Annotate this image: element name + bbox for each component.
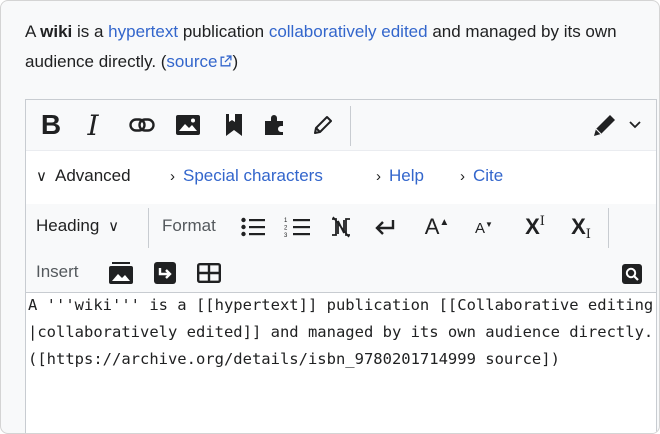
link-icon xyxy=(129,118,155,132)
subscript-label: X xyxy=(571,214,586,239)
toolbar-divider xyxy=(608,208,609,248)
small-text-label: A xyxy=(475,219,486,237)
caret-down-icon: ▼ xyxy=(485,219,493,229)
image-icon xyxy=(176,115,200,135)
numbered-list-button[interactable]: 1 23 xyxy=(282,212,312,242)
reference-button[interactable] xyxy=(220,109,248,141)
subscript-button[interactable]: XI xyxy=(564,212,598,242)
numbered-list-icon: 1 23 xyxy=(284,218,310,238)
superscript-button[interactable]: XI xyxy=(518,212,552,242)
link-source-label: source xyxy=(166,52,218,71)
toolbar-divider xyxy=(350,106,351,146)
toolbar-divider xyxy=(148,208,149,248)
search-replace-button[interactable] xyxy=(618,260,646,288)
nowiki-button[interactable] xyxy=(326,212,356,242)
heading-dropdown[interactable]: Heading ∨ xyxy=(36,216,119,236)
chevron-down-icon: ∨ xyxy=(108,218,120,235)
intro-text: publication xyxy=(178,22,269,41)
small-text-button[interactable]: A ▼ xyxy=(470,214,498,242)
intro-bold-term: wiki xyxy=(40,22,73,41)
chevron-down-icon xyxy=(629,121,641,129)
caret-up-icon: ▲ xyxy=(439,216,450,228)
pencil-icon xyxy=(594,115,615,136)
intro-paragraph: A wiki is a hypertext publication collab… xyxy=(25,17,655,77)
table-icon xyxy=(197,263,221,283)
big-text-button[interactable]: A ▲ xyxy=(422,212,452,242)
external-link-icon xyxy=(220,55,233,67)
gallery-icon xyxy=(109,262,133,284)
bold-button[interactable]: B xyxy=(34,108,68,142)
italic-button[interactable]: I xyxy=(78,108,108,142)
insert-gallery-button[interactable] xyxy=(106,258,136,288)
image-button[interactable] xyxy=(172,110,204,140)
bullet-list-button[interactable] xyxy=(238,212,268,242)
bullet-list-icon xyxy=(241,217,265,237)
link-source[interactable]: source xyxy=(166,52,233,71)
svg-text:3: 3 xyxy=(284,233,288,238)
pencil-outline-icon xyxy=(314,116,332,134)
wikitext-textarea[interactable]: A '''wiki''' is a [[hypertext]] publicat… xyxy=(26,292,656,373)
superscript-label: X xyxy=(525,214,540,239)
bookmark-icon xyxy=(226,114,242,136)
editor-frame: A wiki is a hypertext publication collab… xyxy=(0,0,660,434)
newline-icon xyxy=(375,220,395,235)
big-text-label: A xyxy=(424,214,440,239)
nowiki-icon xyxy=(332,216,350,238)
insert-table-button[interactable] xyxy=(194,258,224,288)
link-collaboratively-edited[interactable]: collaboratively edited xyxy=(269,22,428,41)
advanced-toolbar: Heading ∨ Format 123 A ▲ A ▼ XI XI Insert xyxy=(26,204,656,293)
heading-label: Heading xyxy=(36,216,100,235)
main-toolbar: B I xyxy=(26,100,656,150)
svg-text:2: 2 xyxy=(284,226,288,232)
superscript-mark: I xyxy=(539,213,545,229)
template-button[interactable] xyxy=(262,110,292,140)
newline-button[interactable] xyxy=(370,212,400,242)
redirect-icon xyxy=(154,262,176,284)
insert-group-label: Insert xyxy=(36,262,79,281)
wikitext-editor: B I ∨ Advanced › Special characters › He… xyxy=(25,99,657,433)
intro-text: A xyxy=(25,22,41,41)
edit-mode-switch[interactable] xyxy=(584,110,650,140)
link-hypertext[interactable]: hypertext xyxy=(108,22,178,41)
svg-text:1: 1 xyxy=(284,218,288,224)
subscript-mark: I xyxy=(585,226,591,242)
puzzle-icon xyxy=(265,115,283,135)
signature-button[interactable] xyxy=(308,110,338,140)
search-replace-icon xyxy=(622,264,642,284)
intro-text: is a xyxy=(72,22,109,41)
insert-redirect-button[interactable] xyxy=(150,258,180,288)
intro-text: ) xyxy=(232,52,239,71)
tabs-row xyxy=(26,150,656,206)
link-button[interactable] xyxy=(126,110,158,140)
format-group-label: Format xyxy=(162,216,216,235)
